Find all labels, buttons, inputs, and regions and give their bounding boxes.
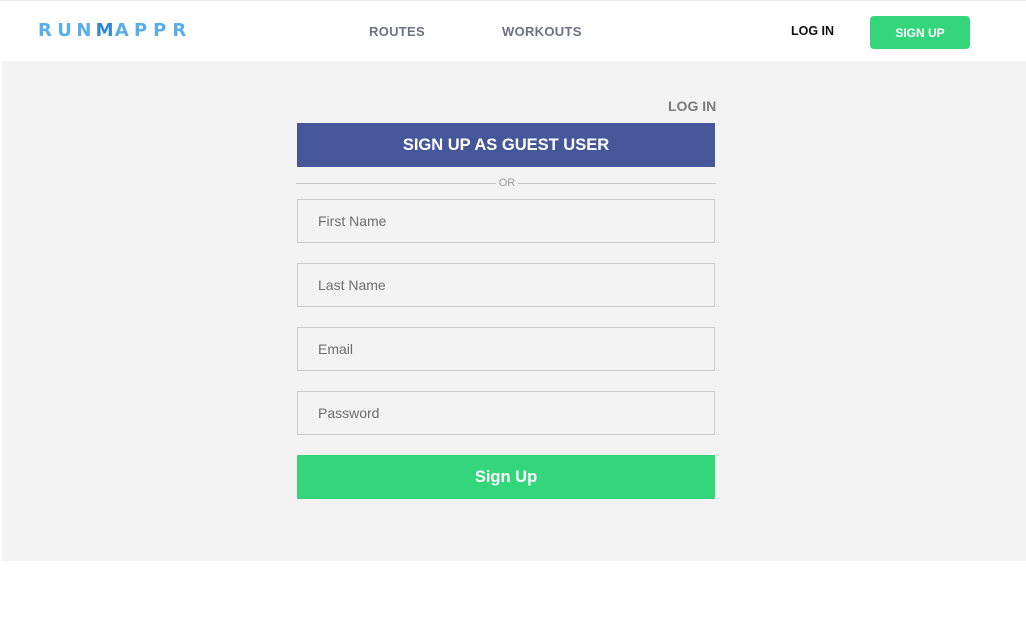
- logo-letter: P: [133, 20, 148, 41]
- divider-line-right: [518, 183, 716, 184]
- logo-letter: N: [76, 20, 92, 41]
- divider-line-left: [296, 183, 496, 184]
- form-login-link[interactable]: LOG IN: [668, 98, 716, 114]
- logo-letter: R: [38, 20, 52, 41]
- logo-letter: A: [114, 20, 129, 41]
- nav-routes-link[interactable]: ROUTES: [369, 24, 425, 39]
- logo-letter: M: [95, 20, 114, 41]
- page: RUNMAPPR ROUTES WORKOUTS LOG IN SIGN UP …: [0, 0, 1026, 620]
- header-login-link[interactable]: LOG IN: [791, 24, 834, 38]
- first-name-input[interactable]: [297, 199, 715, 243]
- brand-logo[interactable]: RUNMAPPR: [38, 21, 192, 41]
- top-navbar: RUNMAPPR ROUTES WORKOUTS LOG IN SIGN UP: [0, 0, 1026, 61]
- logo-letter: R: [172, 20, 187, 41]
- signup-panel: LOG IN SIGN UP AS GUEST USER OR Sign Up: [2, 61, 1026, 561]
- header-signup-button[interactable]: SIGN UP: [870, 16, 970, 49]
- logo-letter: U: [57, 20, 72, 41]
- email-input[interactable]: [297, 327, 715, 371]
- logo-letter: P: [153, 20, 167, 41]
- guest-signup-button[interactable]: SIGN UP AS GUEST USER: [297, 123, 715, 167]
- password-input[interactable]: [297, 391, 715, 435]
- nav-workouts-link[interactable]: WORKOUTS: [502, 24, 582, 39]
- divider-or-label: OR: [498, 177, 516, 189]
- last-name-input[interactable]: [297, 263, 715, 307]
- signup-submit-button[interactable]: Sign Up: [297, 455, 715, 499]
